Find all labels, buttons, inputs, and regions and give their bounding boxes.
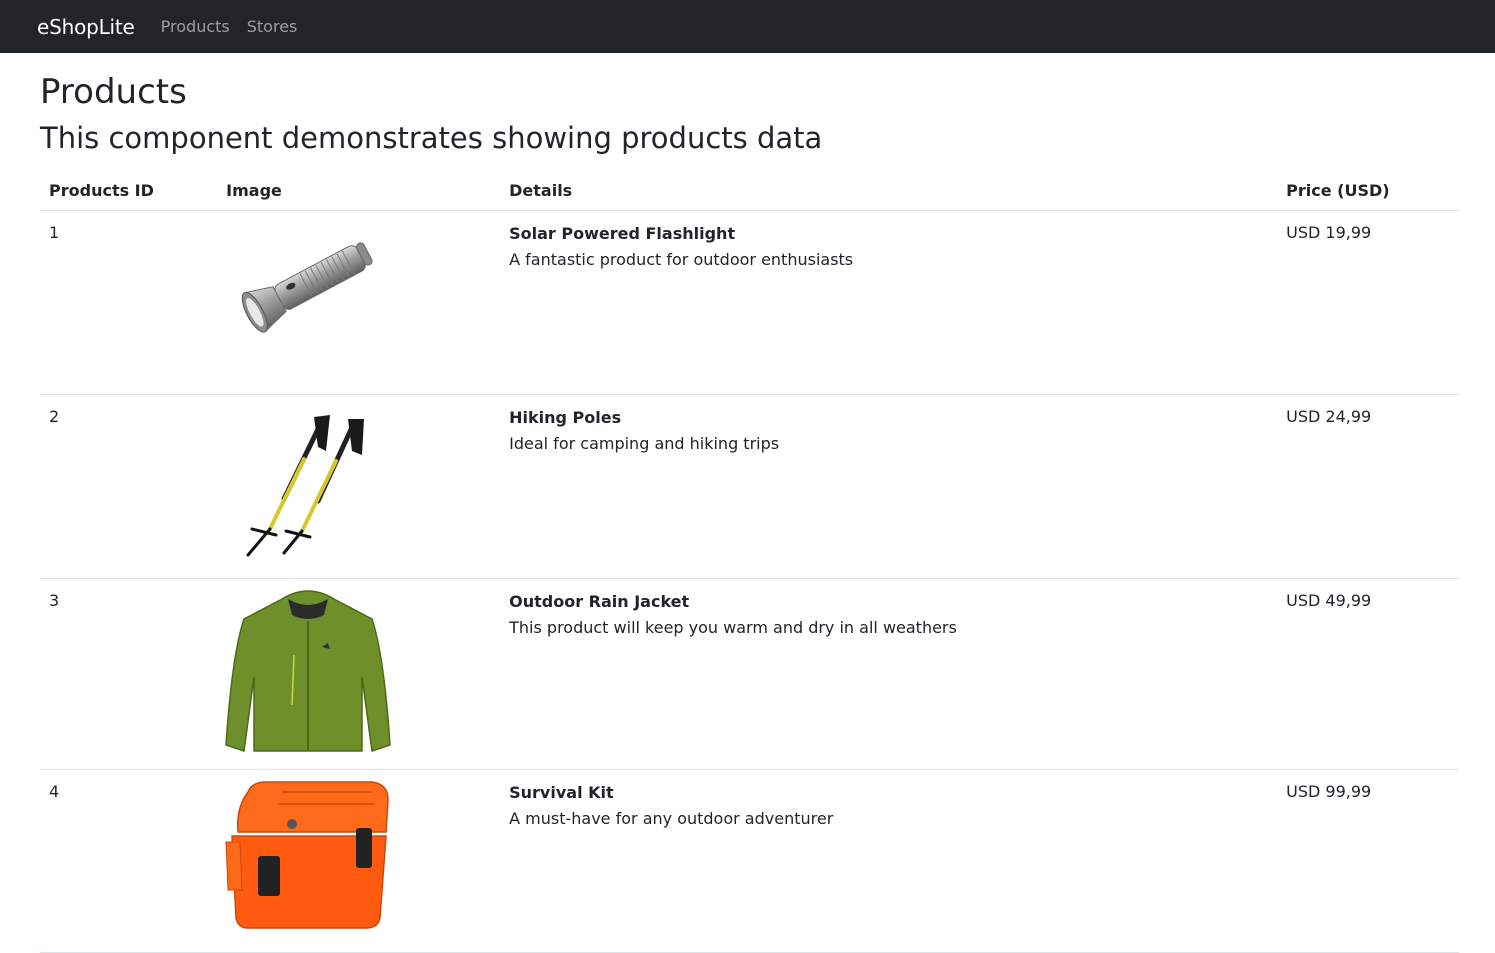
table-header-row: Products ID Image Details Price (USD)	[40, 170, 1459, 211]
header-details: Details	[500, 170, 1278, 211]
header-products-id: Products ID	[40, 170, 218, 211]
brand-link[interactable]: eShopLite	[37, 15, 135, 39]
product-details-cell: Solar Powered Flashlight A fantastic pro…	[500, 210, 1278, 395]
nav-link-products[interactable]: Products	[161, 17, 230, 36]
hiking-poles-image	[246, 415, 365, 557]
flashlight-image	[241, 242, 373, 333]
product-id: 1	[40, 210, 218, 395]
product-name: Outdoor Rain Jacket	[509, 592, 690, 611]
nav-link-stores[interactable]: Stores	[247, 17, 298, 36]
page-subtitle: This component demonstrates showing prod…	[40, 121, 823, 155]
product-image-cell	[217, 210, 501, 395]
product-price: USD 19,99	[1277, 210, 1459, 395]
table-row: 2 Hiking Poles Ideal for camping and hik…	[40, 394, 1459, 579]
product-details-cell: Hiking Poles Ideal for camping and hikin…	[500, 394, 1278, 579]
product-image-cell	[217, 769, 501, 953]
product-price: USD 99,99	[1277, 769, 1459, 953]
product-details-cell: Outdoor Rain Jacket This product will ke…	[500, 578, 1278, 770]
product-id: 4	[40, 769, 218, 953]
header-price: Price (USD)	[1277, 170, 1459, 211]
rain-jacket-image	[225, 590, 391, 752]
survival-kit-image	[225, 781, 389, 929]
product-name: Solar Powered Flashlight	[509, 224, 736, 243]
table-row: 4 Survival Kit A must-have for any outdo…	[40, 769, 1459, 953]
product-price: USD 24,99	[1277, 394, 1459, 579]
product-description: A fantastic product for outdoor enthusia…	[509, 250, 854, 269]
product-image-cell	[217, 394, 501, 579]
table-row: 3 Outdoor Rain Jacket This product will …	[40, 578, 1459, 770]
product-details-cell: Survival Kit A must-have for any outdoor…	[500, 769, 1278, 953]
product-description: A must-have for any outdoor adventurer	[509, 809, 834, 828]
product-id: 3	[40, 578, 218, 770]
header-image: Image	[217, 170, 501, 211]
top-navbar: eShopLite Products Stores	[0, 0, 1495, 53]
product-description: Ideal for camping and hiking trips	[509, 434, 780, 453]
page-title: Products	[40, 72, 187, 112]
product-name: Survival Kit	[509, 783, 614, 802]
table-row: 1 Solar Powered Flashlight A fantastic p…	[40, 210, 1459, 395]
product-image-cell	[217, 578, 501, 770]
product-name: Hiking Poles	[509, 408, 622, 427]
product-price: USD 49,99	[1277, 578, 1459, 770]
product-id: 2	[40, 394, 218, 579]
product-description: This product will keep you warm and dry …	[509, 618, 957, 637]
products-table: Products ID Image Details Price (USD) 1	[40, 170, 1459, 953]
